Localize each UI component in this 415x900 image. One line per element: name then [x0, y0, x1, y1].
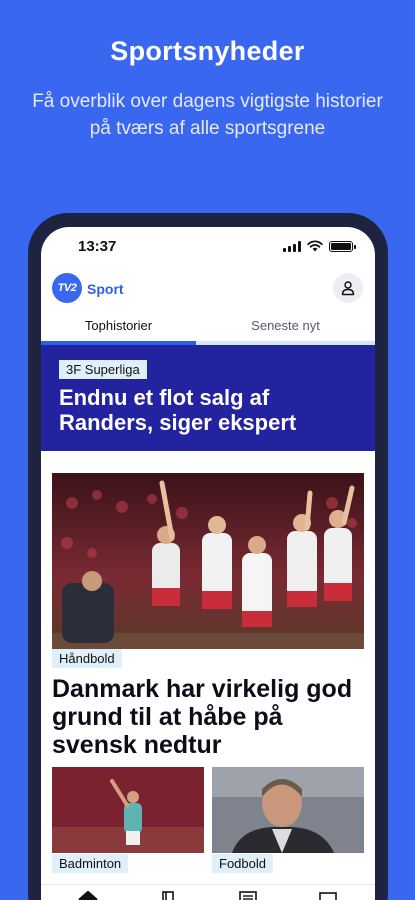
main-headline[interactable]: Danmark har virkelig god grund til at hå…	[52, 675, 367, 759]
battery-icon	[329, 240, 356, 252]
main-category-tag: Håndbold	[52, 649, 122, 668]
bookmark-icon[interactable]	[157, 891, 179, 900]
status-bar: 13:37	[41, 227, 375, 267]
status-icons	[283, 240, 356, 252]
handball-celebration-photo	[52, 473, 364, 649]
main-article-image[interactable]	[52, 473, 364, 649]
wifi-icon	[307, 240, 323, 252]
card-category-tag-badminton: Badminton	[52, 854, 129, 873]
card-image-fodbold[interactable]	[212, 767, 364, 853]
hero-article[interactable]: 3F Superliga Endnu et flot salg af Rande…	[41, 345, 375, 451]
hero-headline: Endnu et flot salg af Randers, siger eks…	[59, 385, 297, 435]
card-category-tag-fodbold: Fodbold	[212, 854, 273, 873]
list-icon[interactable]	[237, 891, 259, 900]
promo-title: Sportsnyheder	[110, 36, 305, 66]
brand-label: Sport	[87, 281, 124, 297]
promo-subtitle: Få overblik over dagens vigtigste histor…	[32, 91, 383, 139]
phone-screen: 13:37 TV2 Sport Tophistorier Seneste nyt	[41, 227, 375, 900]
tv2-logo[interactable]: TV2	[52, 273, 82, 303]
card-image-badminton[interactable]	[52, 767, 204, 853]
bottom-navigation	[41, 884, 375, 900]
tablet-icon[interactable]	[317, 891, 339, 900]
status-time: 13:37	[78, 238, 117, 255]
profile-button[interactable]	[333, 273, 363, 303]
person-icon	[341, 281, 355, 296]
home-icon[interactable]	[77, 891, 99, 900]
app-bar: TV2 Sport	[41, 271, 375, 311]
hero-category-tag: 3F Superliga	[59, 360, 147, 379]
tab-bar: Tophistorier Seneste nyt	[41, 315, 375, 345]
coach-portrait-photo	[212, 767, 364, 853]
signal-icon	[283, 240, 301, 252]
badminton-player-photo	[52, 767, 204, 853]
